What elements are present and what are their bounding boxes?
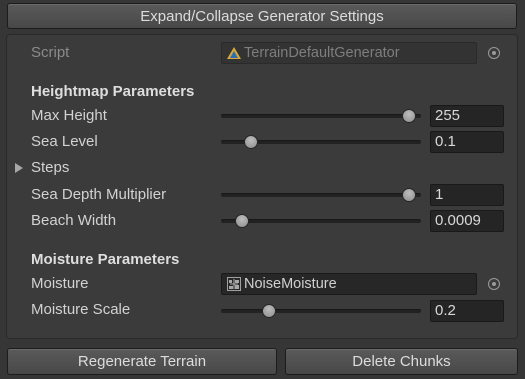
moisture-picker-icon[interactable] <box>488 278 500 290</box>
script-picker-icon <box>488 47 500 59</box>
steps-foldout-arrow-icon[interactable] <box>15 163 23 173</box>
script-object-name: TerrainDefaultGenerator <box>244 45 400 61</box>
moisture-scale-slider[interactable] <box>221 301 421 321</box>
slider-track <box>221 114 421 118</box>
csharp-script-icon <box>227 47 241 59</box>
sea-level-label: Sea Level <box>31 133 98 150</box>
beach-width-slider[interactable] <box>221 211 421 231</box>
slider-thumb[interactable] <box>402 109 417 123</box>
regenerate-terrain-button[interactable]: Regenerate Terrain <box>7 348 277 375</box>
moisture-scale-input[interactable]: 0.2 <box>430 300 504 322</box>
sea-depth-multiplier-label: Sea Depth Multiplier <box>31 186 167 203</box>
max-height-label: Max Height <box>31 107 107 124</box>
moisture-label: Moisture <box>31 275 89 292</box>
moisture-header: Moisture Parameters <box>31 251 180 268</box>
steps-foldout-label[interactable]: Steps <box>31 158 69 178</box>
generator-inspector: Expand/Collapse Generator Settings Scrip… <box>0 0 525 379</box>
slider-thumb[interactable] <box>402 188 417 202</box>
script-object-field: TerrainDefaultGenerator <box>221 42 477 64</box>
slider-thumb[interactable] <box>234 214 249 228</box>
sea-depth-multiplier-slider[interactable] <box>221 185 421 205</box>
slider-thumb[interactable] <box>262 304 277 318</box>
max-height-input[interactable]: 255 <box>430 105 504 127</box>
sea-level-input[interactable]: 0.1 <box>430 131 504 153</box>
sea-depth-multiplier-input[interactable]: 1 <box>430 184 504 206</box>
slider-track <box>221 193 421 197</box>
heightmap-header: Heightmap Parameters <box>31 83 195 100</box>
script-label: Script <box>31 44 70 61</box>
sea-level-slider[interactable] <box>221 132 421 152</box>
beach-width-input[interactable]: 0.0009 <box>430 210 504 232</box>
slider-thumb[interactable] <box>244 135 259 149</box>
slider-track <box>221 309 421 313</box>
slider-track <box>221 219 421 223</box>
beach-width-label: Beach Width <box>31 212 117 229</box>
moisture-object-name: NoiseMoisture <box>244 276 337 292</box>
max-height-slider[interactable] <box>221 106 421 126</box>
delete-chunks-button[interactable]: Delete Chunks <box>285 348 518 375</box>
moisture-scale-label: Moisture Scale <box>31 301 131 318</box>
moisture-object-field[interactable]: NoiseMoisture <box>221 273 477 295</box>
scriptable-object-icon <box>227 277 241 291</box>
expand-collapse-button[interactable]: Expand/Collapse Generator Settings <box>7 3 517 29</box>
